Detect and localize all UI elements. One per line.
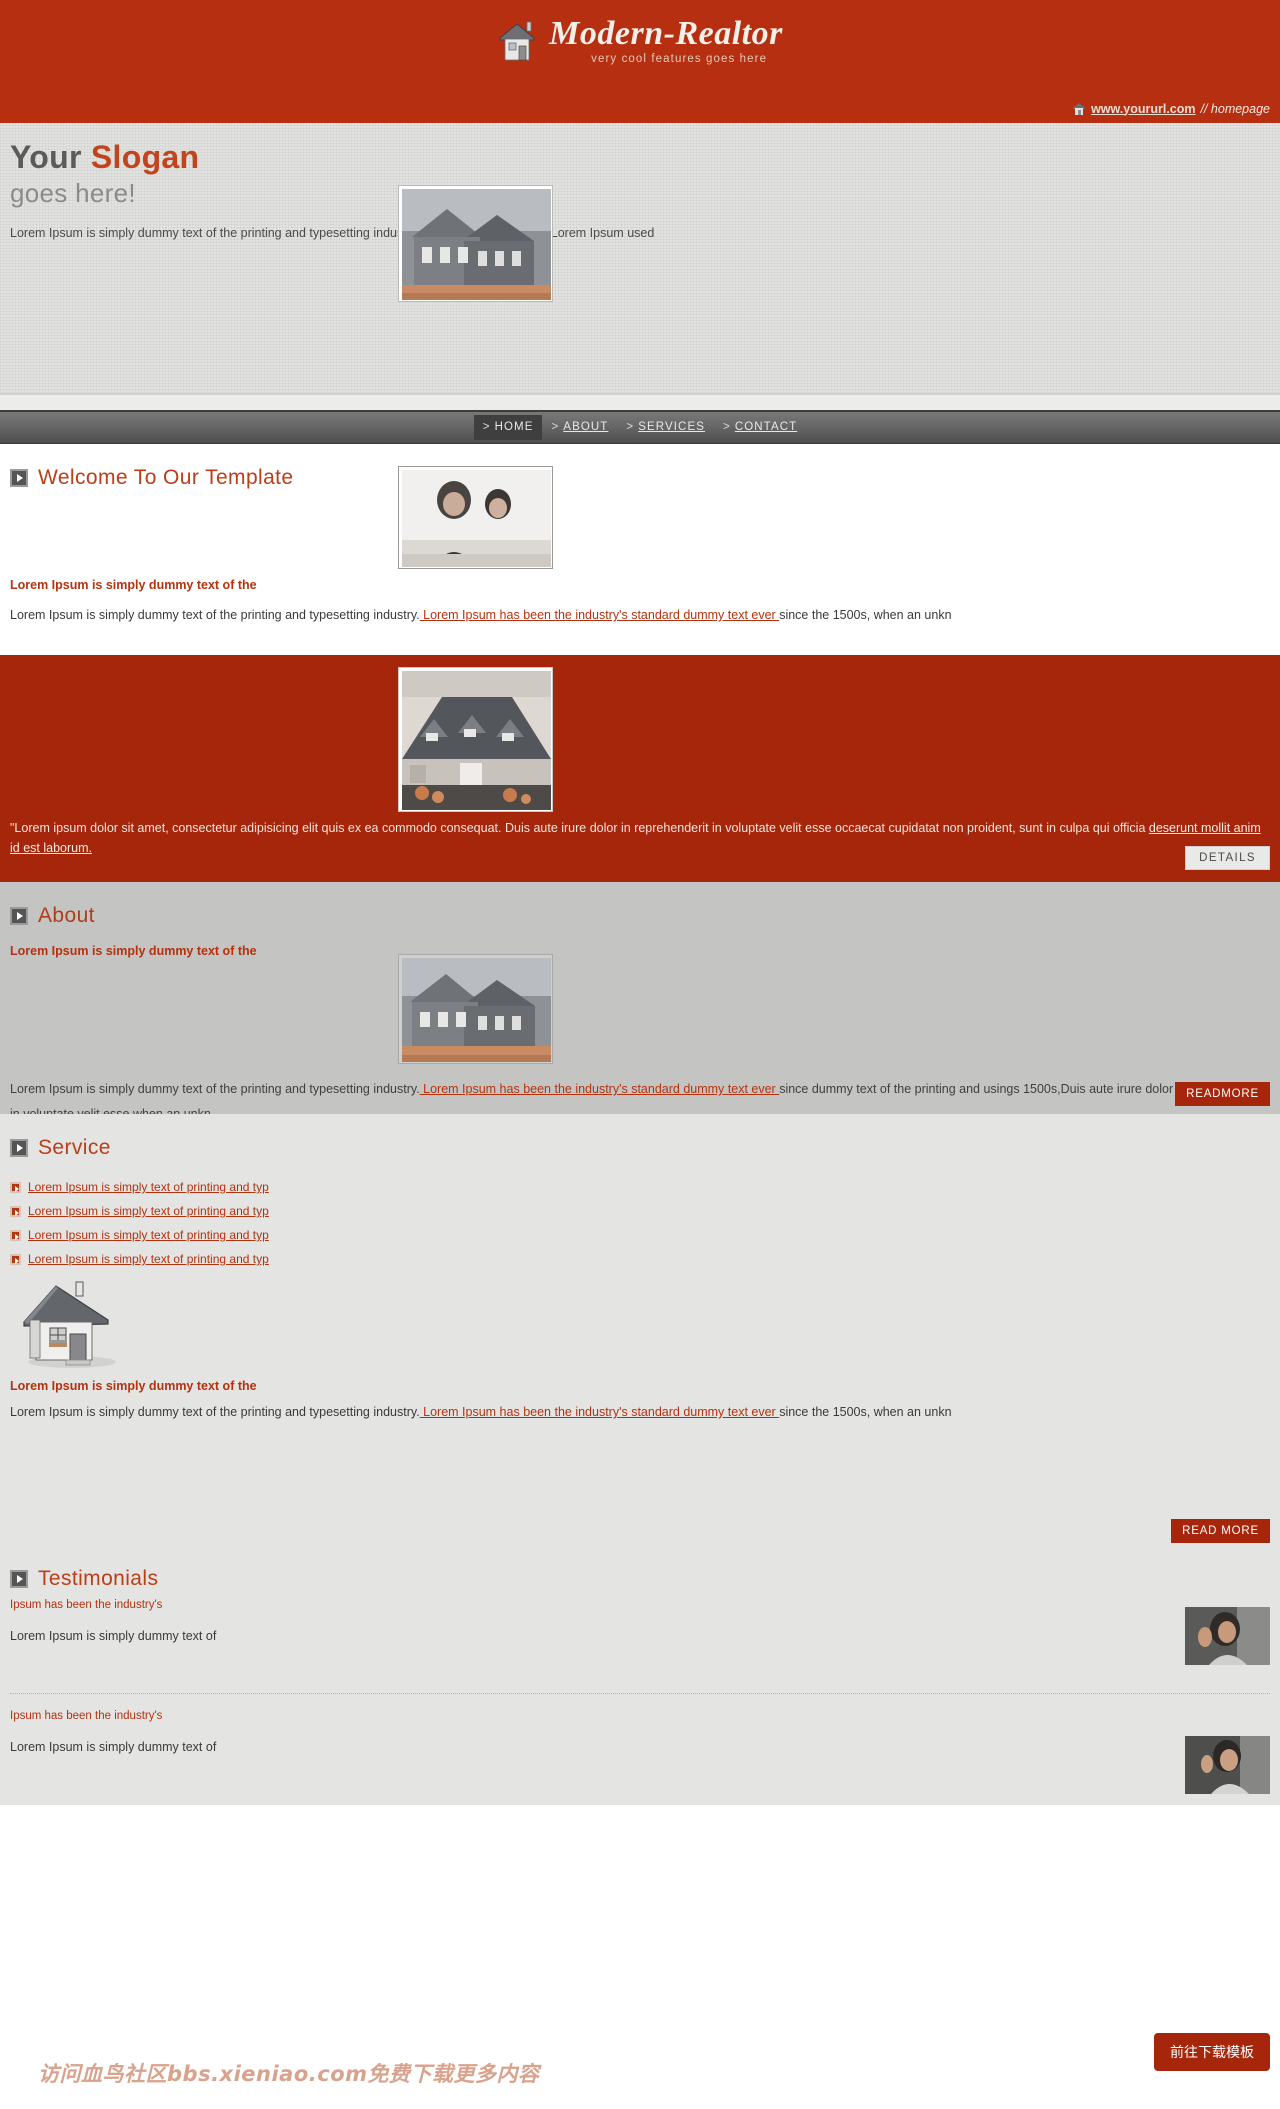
nav-arrow-icon: >: [723, 421, 731, 433]
nav-item-services[interactable]: > SERVICES: [617, 415, 714, 440]
nav-item-about[interactable]: > ABOUT: [542, 415, 617, 440]
nav-item-contact[interactable]: > CONTACT: [714, 415, 806, 440]
list-item[interactable]: Lorem Ipsum is simply text of printing a…: [10, 1228, 1270, 1242]
service-section: Service Lorem Ipsum is simply text of pr…: [0, 1114, 1280, 1555]
slogan-prefix: Your: [10, 139, 91, 175]
welcome-title: Welcome To Our Template: [38, 466, 294, 489]
header-url-suffix: // homepage: [1200, 101, 1271, 116]
play-arrow-icon: [10, 1139, 28, 1157]
about-title: About: [38, 904, 95, 927]
bullet-arrow-icon: [10, 1181, 21, 1193]
service-link[interactable]: Lorem Ipsum is simply text of printing a…: [28, 1180, 269, 1194]
person-portrait-graphic: [1185, 1607, 1270, 1665]
watermark-text: 访问血鸟社区bbs.xieniao.com免费下载更多内容: [38, 2062, 540, 2086]
play-arrow-icon: [10, 469, 28, 487]
testimonials-section: Testimonials Ipsum has been the industry…: [0, 1555, 1280, 1805]
nav-label-home: HOME: [494, 421, 534, 433]
testimonial-quote: Lorem Ipsum is simply dummy text of: [10, 1629, 217, 1643]
testimonial-author: Ipsum has been the industry's: [10, 1599, 163, 1611]
testimonial-entry: Ipsum has been the industry's Lorem Ipsu…: [10, 1599, 1270, 1665]
service-link[interactable]: Lorem Ipsum is simply text of printing a…: [28, 1252, 269, 1266]
play-arrow-icon: [10, 1570, 28, 1588]
service-body-before: Lorem Ipsum is simply dummy text of the …: [10, 1405, 420, 1419]
avatar: [1185, 1736, 1270, 1794]
nav-arrow-icon: >: [551, 421, 560, 433]
service-subheading: Lorem Ipsum is simply dummy text of the: [10, 1379, 257, 1393]
details-button[interactable]: DETAILS: [1185, 846, 1270, 870]
header-url-link[interactable]: www.yoururl.com: [1091, 102, 1195, 116]
service-title: Service: [38, 1136, 111, 1159]
hero-subtext: Lorem Ipsum is simply dummy text of the …: [10, 226, 655, 240]
play-arrow-icon: [10, 907, 28, 925]
house-icon: [499, 21, 535, 61]
quote-image: [398, 667, 553, 812]
testimonial-author: Ipsum has been the industry's: [10, 1710, 163, 1722]
readmore-button[interactable]: READMORE: [1175, 1082, 1270, 1106]
about-section: About Lorem Ipsum is simply dummy text o…: [0, 882, 1280, 1121]
nav-arrow-icon: >: [482, 421, 491, 433]
about-body-link[interactable]: Lorem Ipsum has been the industry's stan…: [420, 1082, 780, 1096]
page-root: Modern-Realtor very cool features goes h…: [0, 0, 1280, 2086]
about-subheading: Lorem Ipsum is simply dummy text of the: [10, 944, 257, 958]
quote-text: "Lorem ipsum dolor sit amet, consectetur…: [10, 818, 1270, 858]
house-photo-graphic: [402, 958, 551, 1062]
nav-arrow-icon: >: [626, 421, 635, 433]
about-heading: About: [10, 882, 1270, 934]
testimonials-title: Testimonials: [38, 1567, 159, 1590]
welcome-heading: Welcome To Our Template: [10, 444, 1270, 496]
quote-section: "Lorem ipsum dolor sit amet, consectetur…: [0, 655, 1280, 882]
bullet-arrow-icon: [10, 1229, 21, 1241]
list-item[interactable]: Lorem Ipsum is simply text of printing a…: [10, 1180, 1270, 1194]
bullet-arrow-icon: [10, 1205, 21, 1217]
welcome-section: Welcome To Our Template Lorem Ipsum is s…: [0, 444, 1280, 655]
service-body-link[interactable]: Lorem Ipsum has been the industry's stan…: [420, 1405, 780, 1419]
welcome-body-link[interactable]: Lorem Ipsum has been the industry's stan…: [420, 608, 780, 622]
testimonial-entry: Ipsum has been the industry's Lorem Ipsu…: [10, 1694, 1270, 1794]
welcome-subheading: Lorem Ipsum is simply dummy text of the: [10, 578, 257, 592]
read-more-button[interactable]: READ MORE: [1171, 1519, 1270, 1543]
house-roof-photo-graphic: [402, 671, 551, 810]
service-link[interactable]: Lorem Ipsum is simply text of printing a…: [28, 1228, 269, 1242]
family-photo-graphic: [402, 470, 551, 567]
logo-name: Modern-Realtor: [549, 15, 783, 52]
person-portrait-graphic: [1185, 1736, 1270, 1794]
service-heading: Service: [10, 1114, 1270, 1166]
welcome-body-before: Lorem Ipsum is simply dummy text of the …: [10, 608, 420, 622]
header-url-bar: www.yoururl.com // homepage: [1072, 101, 1270, 116]
house-photo-graphic: [402, 189, 551, 300]
service-body: Lorem Ipsum is simply dummy text of the …: [10, 1405, 1270, 1419]
site-header: Modern-Realtor very cool features goes h…: [0, 0, 1280, 123]
slogan-accent: Slogan: [90, 139, 200, 175]
quote-text-before: "Lorem ipsum dolor sit amet, consectetur…: [10, 821, 1149, 835]
logo[interactable]: Modern-Realtor very cool features goes h…: [0, 0, 1280, 66]
service-link-list: Lorem Ipsum is simply text of printing a…: [10, 1180, 1270, 1266]
main-navigation: > HOME > ABOUT > SERVICES > CONTACT: [0, 410, 1280, 444]
about-image: [398, 954, 553, 1064]
slogan-line-2: goes here!: [10, 178, 136, 208]
slogan-line-1: Your Slogan: [0, 139, 1280, 176]
logo-tagline: very cool features goes here: [591, 53, 768, 65]
bullet-arrow-icon: [10, 1253, 21, 1265]
download-template-button[interactable]: 前往下载模板: [1154, 2033, 1270, 2071]
testimonials-heading: Testimonials: [10, 1555, 1270, 1597]
hero-section: Your Slogan goes here! Lorem Ipsum is si…: [0, 123, 1280, 394]
hero-bottom-strip: [0, 394, 1280, 410]
nav-label-about: ABOUT: [563, 421, 609, 433]
welcome-image: [398, 466, 553, 569]
welcome-body-after: since the 1500s, when an unkn: [779, 608, 952, 622]
welcome-body: Lorem Ipsum is simply dummy text of the …: [10, 604, 952, 626]
mini-house-icon: [1073, 103, 1086, 115]
hero-image: [398, 185, 553, 302]
nav-item-home[interactable]: > HOME: [473, 415, 543, 440]
nav-label-services: SERVICES: [638, 421, 705, 433]
avatar: [1185, 1607, 1270, 1665]
list-item[interactable]: Lorem Ipsum is simply text of printing a…: [10, 1204, 1270, 1218]
about-body-before: Lorem Ipsum is simply dummy text of the …: [10, 1082, 420, 1096]
house-illustration-icon: [23, 1281, 116, 1368]
nav-label-contact: CONTACT: [734, 421, 798, 433]
service-body-after: since the 1500s, when an unkn: [779, 1405, 952, 1419]
list-item[interactable]: Lorem Ipsum is simply text of printing a…: [10, 1252, 1270, 1266]
testimonial-quote: Lorem Ipsum is simply dummy text of: [10, 1740, 217, 1754]
service-link[interactable]: Lorem Ipsum is simply text of printing a…: [28, 1204, 269, 1218]
